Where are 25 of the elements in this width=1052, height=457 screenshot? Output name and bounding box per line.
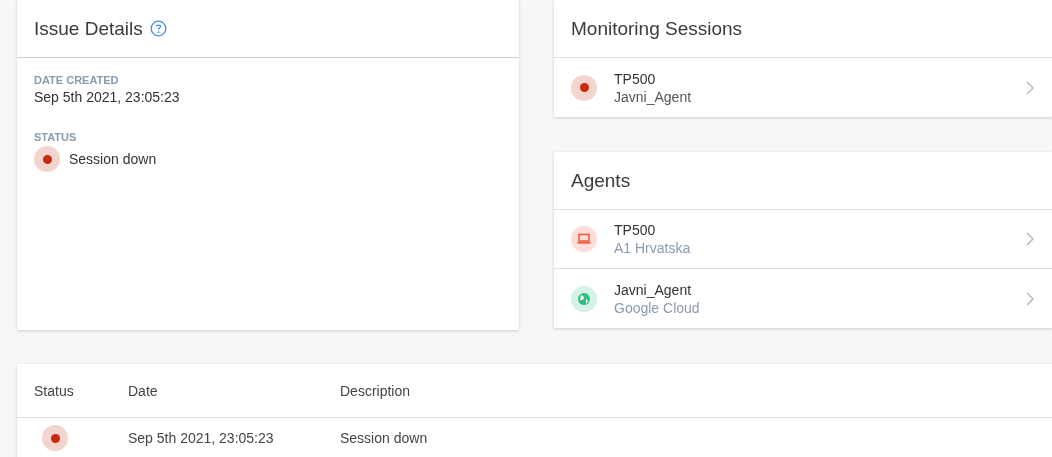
chevron-right-icon: [1025, 290, 1035, 307]
list-item[interactable]: TP500 Javni_Agent: [554, 58, 1052, 117]
chevron-right-icon: [1025, 231, 1035, 247]
field-label: STATUS: [34, 131, 78, 143]
list-item[interactable]: TP500 A1 Hrvatska: [554, 210, 1052, 269]
field-value: Sep 5th 2021, 23:05:23: [34, 89, 181, 105]
item-subtitle: Google Cloud: [614, 298, 701, 317]
field-label: DATE CREATED: [34, 74, 120, 86]
card-title: Agents: [571, 169, 631, 192]
chevron-right-icon: [1025, 79, 1035, 96]
item-name: TP500: [614, 69, 657, 88]
field-value: Session down: [69, 151, 157, 167]
table-cell-text: Sep 5th 2021, 23:05:23: [128, 430, 275, 446]
item-subtitle: A1 Hrvatska: [614, 239, 692, 257]
list-item[interactable]: Javni_Agent Google Cloud: [554, 269, 1052, 328]
item-name: TP500: [614, 221, 657, 239]
table-cell-text: Session down: [340, 430, 429, 446]
column-header[interactable]: Description: [340, 382, 1052, 399]
column-header[interactable]: Date: [128, 382, 340, 399]
item-name: Javni_Agent: [614, 280, 693, 299]
help-icon[interactable]: [149, 20, 167, 37]
item-subtitle: Javni_Agent: [614, 87, 693, 106]
card-title: Issue Details: [34, 17, 143, 40]
card-title: Monitoring Sessions: [571, 17, 743, 40]
column-header[interactable]: Status: [34, 382, 128, 399]
